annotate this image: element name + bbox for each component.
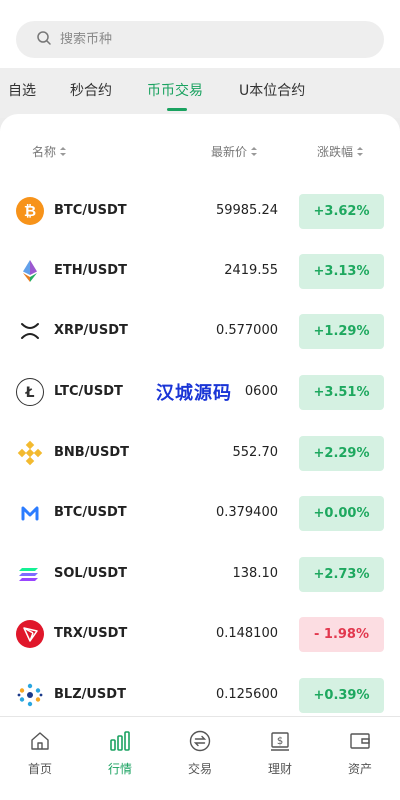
bluzelle-icon [16, 681, 44, 709]
home-icon [28, 729, 52, 757]
tab-favorites[interactable]: 自选 [8, 80, 36, 100]
table-row[interactable]: ₿ BTC/USDT 59985.24 +3.62% [0, 181, 400, 241]
price-value: 0600 [244, 384, 278, 399]
wallet-icon [348, 729, 372, 757]
sort-icon [60, 147, 67, 156]
change-badge: - 1.98% [299, 617, 384, 652]
solana-icon [16, 560, 44, 588]
price-value: 59985.24 [215, 203, 278, 218]
bottom-nav: 首页 行情 交易 $ 理财 资产 [0, 716, 400, 800]
svg-text:Ł: Ł [25, 385, 35, 401]
search-bar[interactable] [16, 21, 384, 58]
pair-label: ETH/USDT [54, 263, 127, 278]
price-value: 0.577000 [215, 323, 278, 338]
tron-icon [16, 620, 44, 648]
pair-label: BTC/USDT [54, 505, 127, 520]
nav-home-label: 首页 [27, 762, 52, 776]
sort-icon [357, 147, 364, 156]
pair-label: TRX/USDT [54, 626, 128, 641]
svg-text:₿: ₿ [24, 202, 36, 220]
price-value: 0.379400 [215, 505, 278, 520]
table-row[interactable]: SOL/USDT 138.10 +2.73% [0, 544, 400, 604]
column-price-label: 最新价 [211, 145, 248, 159]
litecoin-icon: Ł [16, 378, 44, 406]
price-value: 0.148100 [215, 626, 278, 641]
finance-icon: $ [268, 729, 292, 757]
search-input[interactable] [60, 32, 360, 47]
nav-trade-label: 交易 [187, 762, 212, 776]
watermark-text: 汉城源码 [156, 383, 232, 404]
change-badge: +0.39% [299, 678, 384, 713]
nav-assets-label: 资产 [347, 762, 372, 776]
column-change-label: 涨跌幅 [317, 145, 354, 159]
sort-icon [251, 147, 258, 156]
exchange-icon [188, 729, 212, 757]
nav-market-label: 行情 [107, 762, 132, 776]
nav-trade[interactable]: 交易 [170, 729, 230, 777]
change-badge: +2.73% [299, 557, 384, 592]
nav-finance-label: 理财 [267, 762, 292, 776]
nav-assets[interactable]: 资产 [330, 729, 390, 777]
svg-text:$: $ [277, 736, 283, 747]
change-badge: +0.00% [299, 496, 384, 531]
price-value: 138.10 [232, 566, 279, 581]
active-tab-indicator [167, 108, 187, 111]
ethereum-icon [16, 257, 44, 285]
search-icon [36, 30, 52, 50]
nav-home[interactable]: 首页 [10, 729, 70, 777]
tab-second-contract[interactable]: 秒合约 [70, 80, 112, 100]
column-header-name[interactable]: 名称 [32, 143, 67, 160]
price-value: 552.70 [232, 445, 279, 460]
market-chart-icon [108, 729, 132, 757]
table-row[interactable]: BTC/USDT 0.379400 +0.00% [0, 483, 400, 543]
pair-label: SOL/USDT [54, 566, 128, 581]
column-name-label: 名称 [32, 145, 57, 159]
change-badge: +1.29% [299, 314, 384, 349]
pair-label: BLZ/USDT [54, 687, 126, 702]
change-badge: +3.62% [299, 194, 384, 229]
pair-label: XRP/USDT [54, 323, 128, 338]
change-badge: +2.29% [299, 436, 384, 471]
nav-finance[interactable]: $ 理财 [250, 729, 310, 777]
tab-spot-trading[interactable]: 币币交易 [147, 80, 203, 100]
table-row[interactable]: XRP/USDT 0.577000 +1.29% [0, 301, 400, 361]
tab-usdt-contract[interactable]: U本位合约 [239, 80, 305, 100]
pair-label: LTC/USDT [54, 384, 123, 399]
price-value: 0.125600 [215, 687, 278, 702]
table-row[interactable]: TRX/USDT 0.148100 - 1.98% [0, 604, 400, 664]
bitcoin-icon: ₿ [16, 197, 44, 225]
nav-market[interactable]: 行情 [90, 729, 150, 777]
price-value: 2419.55 [224, 263, 278, 278]
change-badge: +3.13% [299, 254, 384, 289]
change-badge: +3.51% [299, 375, 384, 410]
pair-label: BNB/USDT [54, 445, 130, 460]
table-row[interactable]: ETH/USDT 2419.55 +3.13% [0, 241, 400, 301]
bnb-icon [16, 439, 44, 467]
column-header-change[interactable]: 涨跌幅 [317, 143, 364, 160]
column-header-price[interactable]: 最新价 [211, 143, 258, 160]
table-row[interactable]: BNB/USDT 552.70 +2.29% [0, 423, 400, 483]
m-logo-icon [16, 499, 44, 527]
xrp-icon [16, 317, 44, 345]
pair-label: BTC/USDT [54, 203, 127, 218]
